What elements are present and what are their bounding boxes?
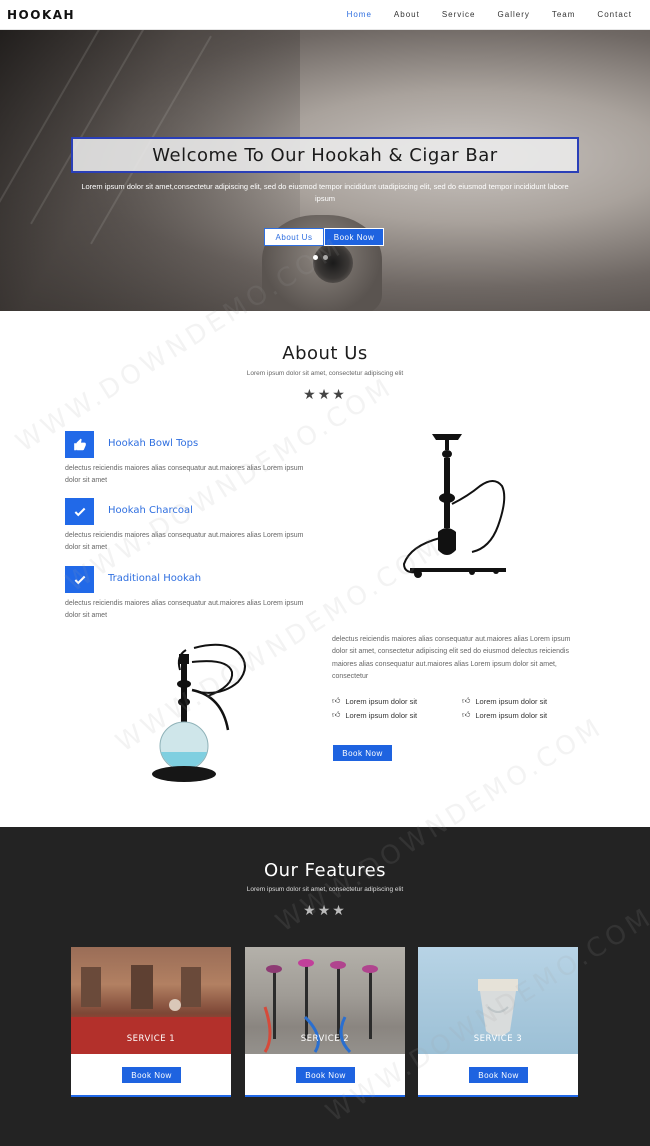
check-icon <box>65 498 94 525</box>
slider-dot[interactable] <box>323 255 328 260</box>
nav-item-team[interactable]: Team <box>552 10 576 19</box>
about-stars-divider: ★★★ <box>303 386 347 402</box>
service-card-label: SERVICE 1 <box>126 1034 176 1044</box>
hero-description: Lorem ipsum dolor sit amet,consectetur a… <box>81 182 569 203</box>
feature-title: Hookah Charcoal <box>108 505 193 516</box>
nav-item-gallery[interactable]: Gallery <box>498 10 530 19</box>
service-card: SERVICE 2 Book Now <box>245 947 405 1097</box>
features-stars-divider: ★★★ <box>303 902 347 918</box>
hero-title-box: Welcome To Our Hookah & Cigar Bar <box>71 137 579 173</box>
feature-description: delectus reiciendis maiores alias conseq… <box>65 600 304 619</box>
checklist-item: 👍︎ Lorem ipsum dolor sit <box>332 710 462 720</box>
top-navbar: HOOKAH Home About Service Gallery Team C… <box>0 0 650 30</box>
checklist-item: 👍︎ Lorem ipsum dolor sit <box>332 696 462 706</box>
service-book-now-button[interactable]: Book Now <box>295 1066 356 1084</box>
thumbs-up-icon <box>65 431 94 458</box>
nav-item-about[interactable]: About <box>394 10 420 19</box>
service-book-now-button[interactable]: Book Now <box>468 1066 529 1084</box>
checklist-text: Lorem ipsum dolor sit <box>345 696 418 706</box>
about-book-now-button[interactable]: Book Now <box>332 744 393 762</box>
feature-title: Hookah Bowl Tops <box>108 438 199 449</box>
hookah-glass-image <box>152 643 246 782</box>
service-card: SERVICE 3 Book Now <box>418 947 578 1097</box>
about-us-button[interactable]: About Us <box>264 228 324 246</box>
hero-book-now-button[interactable]: Book Now <box>324 228 384 246</box>
thumbs-up-icon: 👍︎ <box>332 710 341 719</box>
slider-dot-active[interactable] <box>313 255 318 260</box>
feature-title: Traditional Hookah <box>108 573 202 584</box>
feature-description: delectus reiciendis maiores alias conseq… <box>65 532 304 551</box>
features-section: Our Features Lorem ipsum dolor sit amet,… <box>0 827 650 1146</box>
hero-buttons: About Us Book Now <box>264 228 384 246</box>
hero-photo-lens <box>313 243 353 283</box>
service-card-label: SERVICE 3 <box>473 1034 523 1044</box>
service-book-now-button[interactable]: Book Now <box>121 1066 182 1084</box>
slider-dots <box>313 255 328 260</box>
checklist-text: Lorem ipsum dolor sit <box>475 696 548 706</box>
hero-title: Welcome To Our Hookah & Cigar Bar <box>152 144 498 166</box>
checklist-text: Lorem ipsum dolor sit <box>475 710 548 720</box>
about-description: delectus reiciendis maiores alias conseq… <box>332 636 571 680</box>
nav-item-contact[interactable]: Contact <box>597 10 632 19</box>
about-title: About Us <box>282 343 368 364</box>
service-card-label: SERVICE 2 <box>300 1034 350 1044</box>
hero-banner: Welcome To Our Hookah & Cigar Bar Lorem … <box>0 30 650 311</box>
nav-item-service[interactable]: Service <box>442 10 476 19</box>
about-subtitle: Lorem ipsum dolor sit amet, consectetur … <box>246 370 404 377</box>
feature-description: delectus reiciendis maiores alias conseq… <box>65 465 304 484</box>
service-card: SERVICE 1 Book Now <box>71 947 231 1097</box>
features-title: Our Features <box>263 860 387 881</box>
check-icon <box>65 566 94 593</box>
hookah-silhouette-image <box>402 434 506 578</box>
thumbs-up-icon: 👍︎ <box>462 710 471 719</box>
checklist-text: Lorem ipsum dolor sit <box>345 710 418 720</box>
checklist-item: 👍︎ Lorem ipsum dolor sit <box>462 710 582 720</box>
thumbs-up-icon: 👍︎ <box>332 696 341 705</box>
nav-item-home[interactable]: Home <box>347 10 372 19</box>
feature-checklist: 👍︎ Lorem ipsum dolor sit 👍︎ Lorem ipsum do… <box>332 696 582 720</box>
checklist-item: 👍︎ Lorem ipsum dolor sit <box>462 696 582 706</box>
brand-logo[interactable]: HOOKAH <box>7 8 75 22</box>
thumbs-up-icon: 👍︎ <box>462 696 471 705</box>
nav-menu: Home About Service Gallery Team Contact <box>347 10 632 19</box>
features-subtitle: Lorem ipsum dolor sit amet, consectetur … <box>246 886 404 893</box>
